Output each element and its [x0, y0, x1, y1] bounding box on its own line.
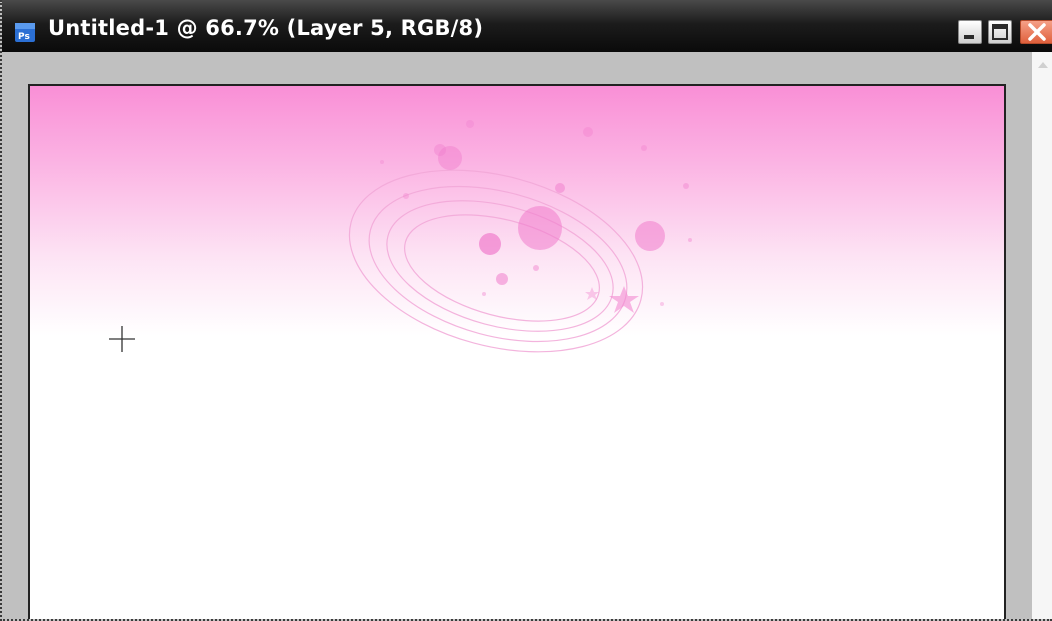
document-window: Ps Untitled-1 @ 66.7% (Layer 5, RGB/8)	[0, 0, 1052, 621]
close-button[interactable]	[1020, 20, 1052, 44]
minimize-button[interactable]	[958, 20, 982, 44]
svg-text:Ps: Ps	[18, 32, 30, 42]
window-title: Untitled-1 @ 66.7% (Layer 5, RGB/8)	[48, 16, 484, 40]
orbit-ornament	[348, 120, 692, 353]
document-canvas[interactable]	[28, 84, 1006, 619]
close-icon	[1028, 23, 1046, 41]
maximize-button[interactable]	[988, 20, 1012, 44]
title-bar[interactable]: Ps Untitled-1 @ 66.7% (Layer 5, RGB/8)	[2, 0, 1052, 52]
vertical-scrollbar[interactable]	[1032, 52, 1052, 619]
maximize-icon	[992, 24, 1008, 40]
photoshop-icon: Ps	[15, 23, 35, 42]
minimize-icon	[964, 35, 974, 39]
scroll-up-arrow-icon[interactable]	[1038, 62, 1048, 68]
